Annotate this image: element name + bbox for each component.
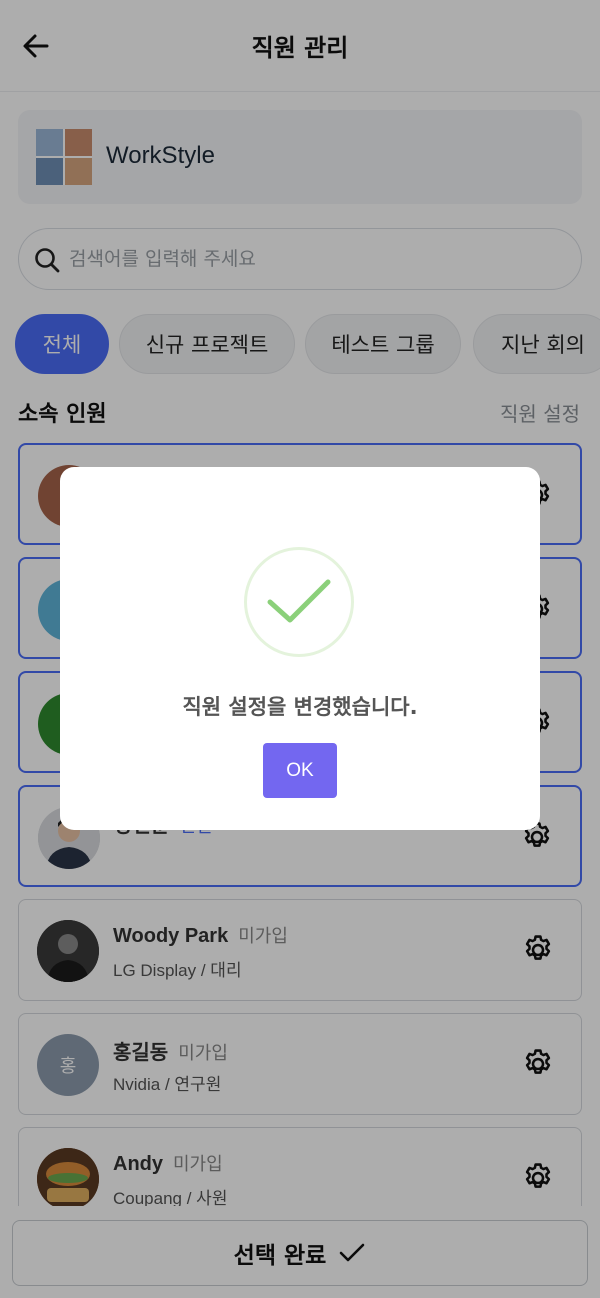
success-check-circle — [244, 547, 354, 657]
dialog-message: 직원 설정을 변경했습니다. — [182, 695, 418, 719]
ok-button[interactable]: OK — [263, 743, 337, 798]
success-dialog: 직원 설정을 변경했습니다. OK — [60, 467, 540, 830]
checkmark-icon — [267, 579, 331, 623]
